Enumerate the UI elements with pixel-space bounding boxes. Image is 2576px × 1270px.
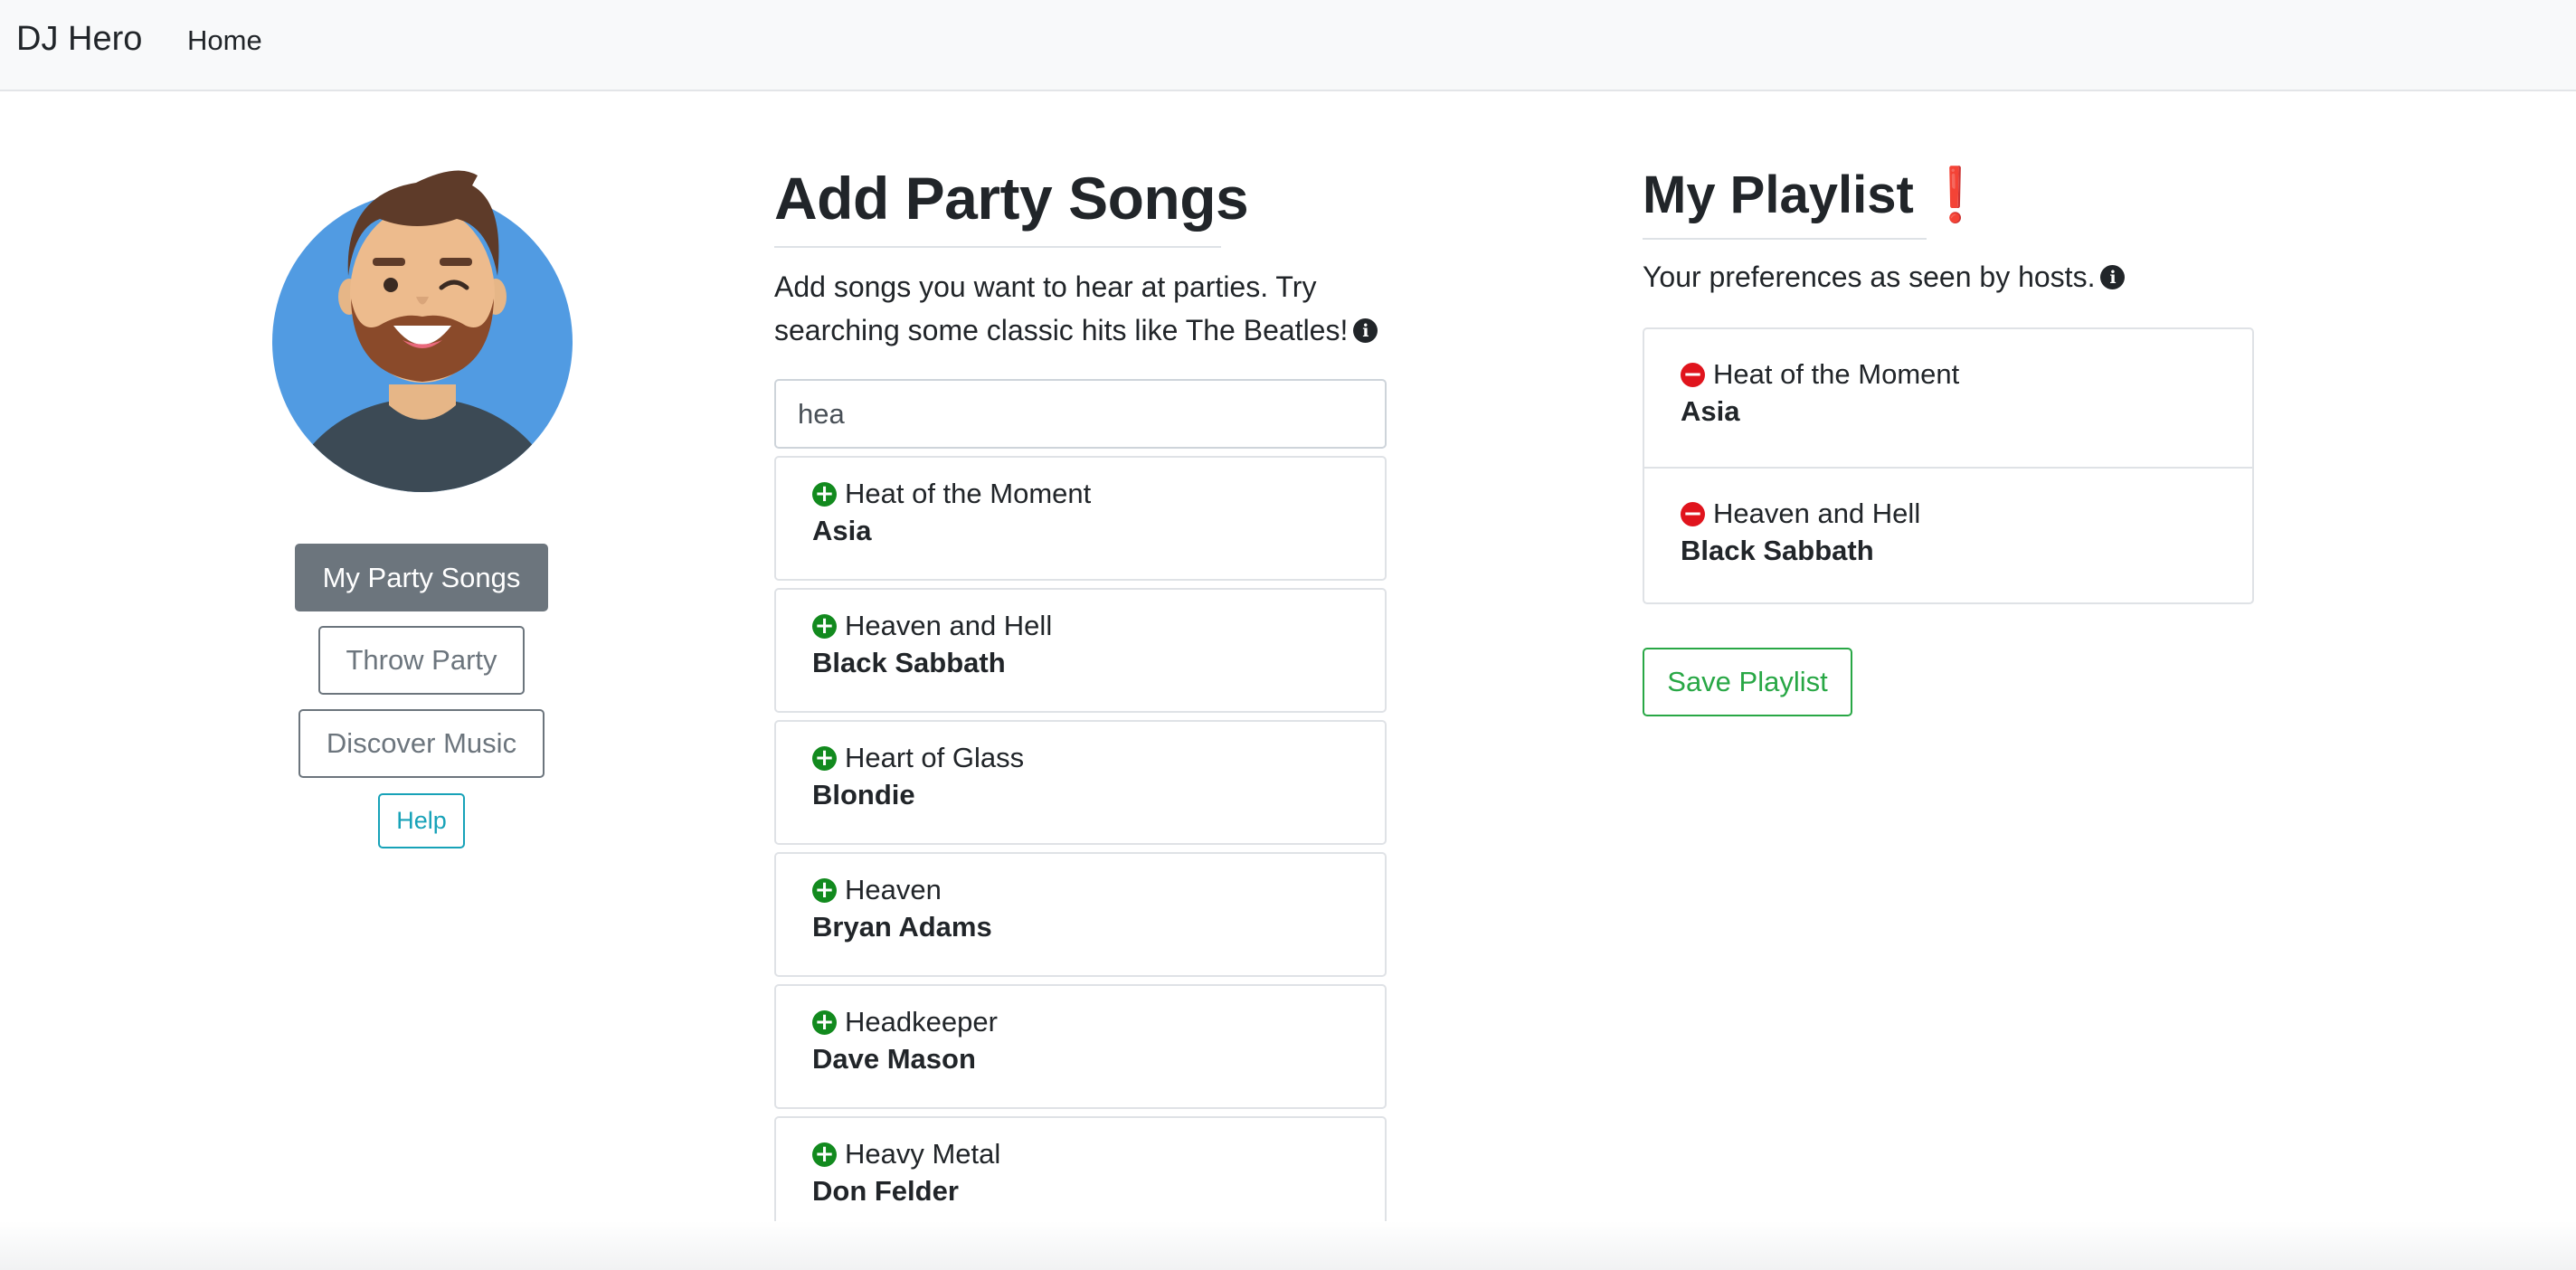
song-artist: Black Sabbath bbox=[812, 647, 1006, 678]
song-line: + Heat of the Moment bbox=[812, 476, 1385, 512]
playlist-item[interactable]: − Heat of the Moment Asia bbox=[1644, 329, 2252, 467]
plus-circle-icon[interactable]: + bbox=[812, 481, 837, 507]
song-artist: Blondie bbox=[812, 779, 915, 810]
song-title: Heat of the Moment bbox=[1713, 358, 1960, 390]
plus-circle-icon[interactable]: + bbox=[812, 745, 837, 771]
playlist-description-text: Your preferences as seen by hosts. bbox=[1643, 261, 2096, 293]
info-circle-icon[interactable]: i bbox=[1353, 318, 1378, 344]
minus-circle-icon[interactable]: − bbox=[1681, 362, 1705, 387]
nav-link-home[interactable]: Home bbox=[187, 24, 262, 57]
song-artist: Asia bbox=[1681, 395, 1740, 427]
discover-music-button[interactable]: Discover Music bbox=[298, 709, 545, 778]
user-avatar bbox=[272, 170, 573, 492]
my-playlist-title: My Playlist ❗ bbox=[1643, 164, 1988, 226]
brand-logo[interactable]: DJ Hero bbox=[16, 20, 142, 59]
title-divider bbox=[774, 246, 1221, 248]
save-playlist-button[interactable]: Save Playlist bbox=[1643, 648, 1852, 716]
navbar: DJ Hero Home bbox=[0, 0, 2576, 91]
search-result-item[interactable]: + Heaven Bryan Adams bbox=[774, 852, 1387, 977]
song-line: − Heaven and Hell bbox=[1681, 496, 2252, 532]
song-title: Heaven and Hell bbox=[845, 610, 1053, 641]
plus-circle-icon[interactable]: + bbox=[812, 1142, 837, 1167]
search-results-list: + Heat of the Moment Asia + Heaven and H… bbox=[774, 456, 1387, 1221]
song-line: − Heat of the Moment bbox=[1681, 356, 2252, 393]
song-artist: Asia bbox=[812, 515, 872, 546]
song-search-input[interactable] bbox=[774, 379, 1387, 449]
my-playlist-title-text: My Playlist bbox=[1643, 166, 1914, 224]
search-result-item[interactable]: + Headkeeper Dave Mason bbox=[774, 984, 1387, 1109]
search-result-item[interactable]: + Heaven and Hell Black Sabbath bbox=[774, 588, 1387, 713]
search-result-item[interactable]: + Heavy Metal Don Felder bbox=[774, 1116, 1387, 1221]
plus-circle-icon[interactable]: + bbox=[812, 1009, 837, 1035]
info-circle-icon[interactable]: i bbox=[2100, 265, 2126, 290]
exclamation-icon: ❗ bbox=[1922, 164, 1989, 225]
song-artist: Don Felder bbox=[812, 1175, 959, 1207]
song-line: + Heavy Metal bbox=[812, 1136, 1385, 1172]
song-line: + Heaven bbox=[812, 872, 1385, 908]
search-result-item[interactable]: + Heart of Glass Blondie bbox=[774, 720, 1387, 845]
song-title: Heavy Metal bbox=[845, 1138, 1001, 1170]
song-title: Heaven and Hell bbox=[1713, 498, 1921, 529]
song-title: Heaven bbox=[845, 874, 942, 905]
playlist-item[interactable]: − Heaven and Hell Black Sabbath bbox=[1644, 467, 2252, 604]
song-artist: Bryan Adams bbox=[812, 911, 992, 943]
add-songs-description: Add songs you want to hear at parties. T… bbox=[774, 265, 1425, 352]
song-artist: Dave Mason bbox=[812, 1043, 976, 1075]
bottom-shadow bbox=[0, 1221, 2576, 1270]
song-title: Heat of the Moment bbox=[845, 478, 1092, 509]
playlist-description: Your preferences as seen by hosts. i bbox=[1643, 255, 2126, 299]
add-party-songs-title: Add Party Songs bbox=[774, 165, 1249, 232]
song-title: Headkeeper bbox=[845, 1006, 998, 1038]
plus-circle-icon[interactable]: + bbox=[812, 613, 837, 639]
throw-party-button[interactable]: Throw Party bbox=[318, 626, 525, 695]
my-party-songs-button[interactable]: My Party Songs bbox=[295, 544, 548, 611]
plus-circle-icon[interactable]: + bbox=[812, 877, 837, 903]
search-result-item[interactable]: + Heat of the Moment Asia bbox=[774, 456, 1387, 581]
title-divider bbox=[1643, 238, 1927, 240]
help-button[interactable]: Help bbox=[378, 793, 465, 848]
playlist-list: − Heat of the Moment Asia − Heaven and H… bbox=[1643, 327, 2254, 604]
song-artist: Black Sabbath bbox=[1681, 535, 1874, 566]
song-line: + Headkeeper bbox=[812, 1004, 1385, 1040]
song-line: + Heart of Glass bbox=[812, 740, 1385, 776]
song-line: + Heaven and Hell bbox=[812, 608, 1385, 644]
add-songs-description-text: Add songs you want to hear at parties. T… bbox=[774, 270, 1349, 346]
minus-circle-icon[interactable]: − bbox=[1681, 501, 1705, 526]
song-title: Heart of Glass bbox=[845, 742, 1025, 773]
